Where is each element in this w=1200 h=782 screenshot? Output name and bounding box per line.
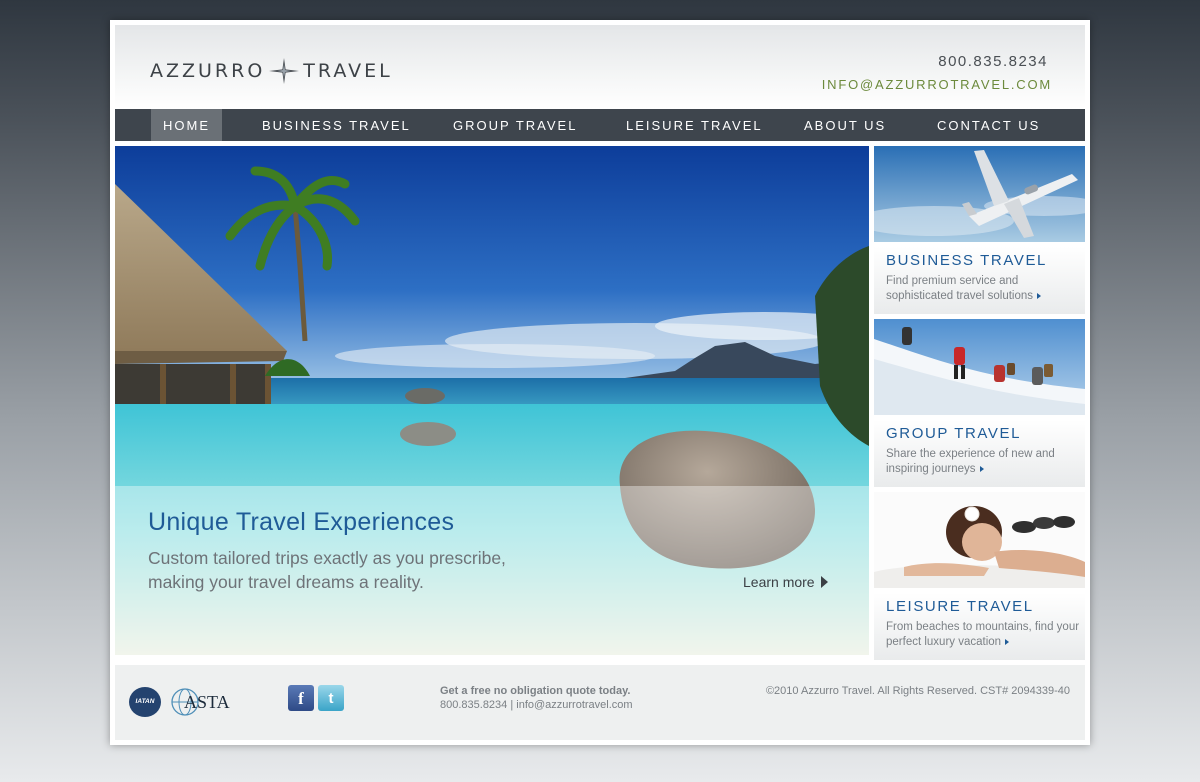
main-nav: HOME BUSINESS TRAVEL GROUP TRAVEL LEISUR…	[115, 109, 1085, 141]
hikers-image	[874, 319, 1085, 415]
card-description: Share the experience of new and inspirin…	[886, 447, 1081, 477]
iatan-logo[interactable]: IATAN	[129, 687, 161, 717]
footer: IATAN ASTA f t Get a free no obligation …	[115, 665, 1085, 740]
chevron-right-icon	[979, 466, 984, 472]
jet-plane-image	[874, 146, 1085, 242]
chevron-right-icon	[1005, 639, 1010, 645]
quote-callout[interactable]: Get a free no obligation quote today.	[440, 685, 630, 697]
logo-word-right: TRAVEL	[303, 60, 393, 82]
header-phone[interactable]: 800.835.8234	[938, 53, 1048, 70]
nav-contact-us[interactable]: CONTACT US	[925, 109, 1052, 141]
spa-woman-image	[874, 492, 1085, 588]
card-description: From beaches to mountains, find your per…	[886, 620, 1081, 650]
nav-home[interactable]: HOME	[151, 109, 222, 141]
hero-subtext-line-2: making your travel dreams a reality.	[148, 572, 424, 592]
compass-star-icon	[269, 58, 300, 84]
asta-text: ASTA	[184, 692, 230, 712]
card-group-image	[874, 319, 1085, 415]
header: AZZURRO TRAVEL 800.835.8234 INFO@AZZURRO…	[115, 25, 1085, 109]
logo-word-left: AZZURRO	[150, 60, 266, 82]
chevron-right-icon	[1037, 293, 1042, 299]
learn-more-label: Learn more	[743, 574, 815, 590]
nav-business-travel[interactable]: BUSINESS TRAVEL	[250, 109, 423, 141]
twitter-icon[interactable]: t	[318, 685, 344, 711]
quote-contact[interactable]: 800.835.8234 | info@azzurrotravel.com	[440, 699, 633, 711]
card-description-text: From beaches to mountains, find your per…	[886, 621, 1080, 648]
card-leisure-image	[874, 492, 1085, 588]
hero-subtext: Custom tailored trips exactly as you pre…	[148, 546, 568, 594]
header-email[interactable]: INFO@AZZURROTRAVEL.COM	[822, 77, 1052, 92]
card-description-text: Share the experience of new and inspirin…	[886, 448, 1055, 475]
card-group-travel[interactable]: GROUP TRAVEL Share the experience of new…	[874, 319, 1085, 487]
card-title: BUSINESS TRAVEL	[886, 252, 1047, 269]
nav-about-us[interactable]: ABOUT US	[792, 109, 898, 141]
chevron-right-icon	[820, 576, 828, 588]
card-title: GROUP TRAVEL	[886, 425, 1022, 442]
card-business-image	[874, 146, 1085, 242]
card-business-travel[interactable]: BUSINESS TRAVEL Find premium service and…	[874, 146, 1085, 314]
hero-banner[interactable]: Unique Travel Experiences Custom tailore…	[115, 146, 869, 655]
asta-logo[interactable]: ASTA	[170, 685, 232, 719]
nav-group-travel[interactable]: GROUP TRAVEL	[441, 109, 589, 141]
nav-leisure-travel[interactable]: LEISURE TRAVEL	[614, 109, 775, 141]
facebook-icon[interactable]: f	[288, 685, 314, 711]
card-description-text: Find premium service and sophisticated t…	[886, 275, 1034, 302]
card-description: Find premium service and sophisticated t…	[886, 274, 1081, 304]
copyright-text: ©2010 Azzurro Travel. All Rights Reserve…	[765, 685, 1070, 697]
logo[interactable]: AZZURRO TRAVEL	[150, 58, 393, 84]
hero-subtext-line-1: Custom tailored trips exactly as you pre…	[148, 548, 506, 568]
card-leisure-travel[interactable]: LEISURE TRAVEL From beaches to mountains…	[874, 492, 1085, 660]
card-title: LEISURE TRAVEL	[886, 598, 1034, 615]
hero-headline: Unique Travel Experiences	[148, 508, 455, 536]
learn-more-link[interactable]: Learn more	[743, 574, 828, 590]
page-container: AZZURRO TRAVEL 800.835.8234 INFO@AZZURRO…	[110, 20, 1090, 745]
